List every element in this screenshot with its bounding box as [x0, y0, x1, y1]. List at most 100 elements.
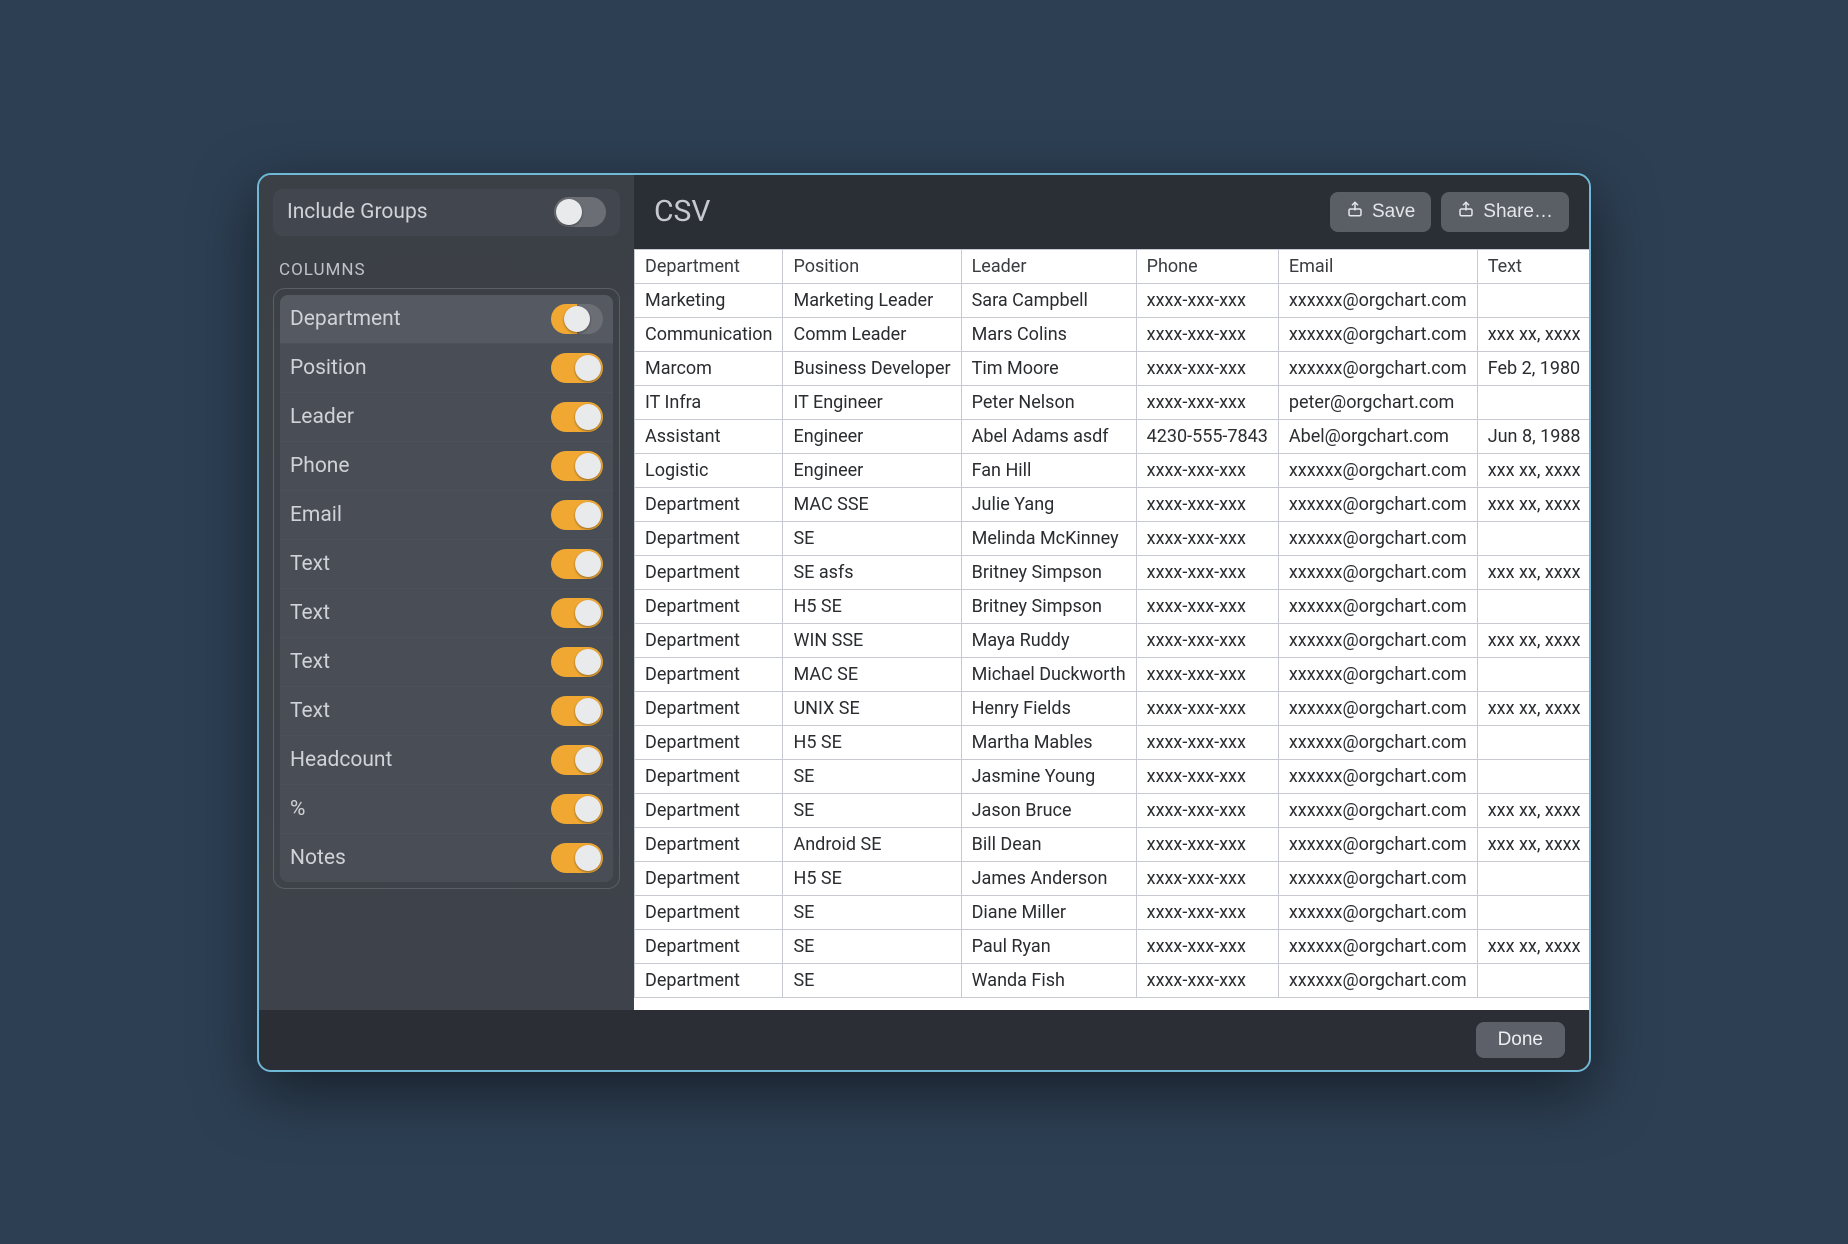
- column-header[interactable]: Department: [635, 249, 783, 283]
- table-cell: xxxxxx@orgchart.com: [1278, 963, 1477, 997]
- table-cell: xxxx-xxx-xxx: [1136, 759, 1278, 793]
- column-row[interactable]: Leader: [280, 393, 613, 442]
- table-row[interactable]: DepartmentMAC SSEJulie Yangxxxx-xxx-xxxx…: [635, 487, 1590, 521]
- table-row[interactable]: DepartmentSEDiane Millerxxxx-xxx-xxxxxxx…: [635, 895, 1590, 929]
- table-cell: Henry Fields: [961, 691, 1136, 725]
- include-groups-toggle[interactable]: [554, 197, 606, 227]
- table-cell: 4230-555-7843: [1136, 419, 1278, 453]
- table-cell: H5 SE: [783, 861, 961, 895]
- column-row[interactable]: Phone: [280, 442, 613, 491]
- table-cell: Communication: [635, 317, 783, 351]
- export-dialog: Include Groups COLUMNS DepartmentPositio…: [257, 173, 1591, 1072]
- table-row[interactable]: DepartmentH5 SEBritney Simpsonxxxx-xxx-x…: [635, 589, 1590, 623]
- column-toggle[interactable]: [551, 598, 603, 628]
- table-cell: xxxx-xxx-xxx: [1136, 895, 1278, 929]
- table-row[interactable]: DepartmentUNIX SEHenry Fieldsxxxx-xxx-xx…: [635, 691, 1590, 725]
- column-toggle[interactable]: [551, 647, 603, 677]
- column-toggle[interactable]: [551, 549, 603, 579]
- table-row[interactable]: MarcomBusiness DeveloperTim Moorexxxx-xx…: [635, 351, 1590, 385]
- toggle-knob: [575, 796, 601, 822]
- table-row[interactable]: AssistantEngineerAbel Adams asdf4230-555…: [635, 419, 1590, 453]
- column-row[interactable]: Text: [280, 687, 613, 736]
- column-toggle[interactable]: [551, 500, 603, 530]
- toggle-knob: [575, 502, 601, 528]
- table-row[interactable]: DepartmentH5 SEMartha Mablesxxxx-xxx-xxx…: [635, 725, 1590, 759]
- table-cell: Department: [635, 487, 783, 521]
- column-row[interactable]: Department: [280, 295, 613, 344]
- table-scroll[interactable]: DepartmentPositionLeaderPhoneEmailTextTe…: [634, 249, 1589, 1010]
- table-row[interactable]: DepartmentSE asfsBritney Simpsonxxxx-xxx…: [635, 555, 1590, 589]
- column-row[interactable]: Email: [280, 491, 613, 540]
- column-toggle[interactable]: [551, 451, 603, 481]
- column-toggle[interactable]: [551, 843, 603, 873]
- column-row[interactable]: Position: [280, 344, 613, 393]
- column-header[interactable]: Email: [1278, 249, 1477, 283]
- table-cell: xxxx-xxx-xxx: [1136, 589, 1278, 623]
- done-button[interactable]: Done: [1476, 1022, 1565, 1058]
- column-row[interactable]: Headcount: [280, 736, 613, 785]
- table-row[interactable]: DepartmentH5 SEJames Andersonxxxx-xxx-xx…: [635, 861, 1590, 895]
- table-row[interactable]: DepartmentSEPaul Ryanxxxx-xxx-xxxxxxxxx@…: [635, 929, 1590, 963]
- table-cell: Logistic: [635, 453, 783, 487]
- table-cell: xxxxxx@orgchart.com: [1278, 827, 1477, 861]
- column-toggle[interactable]: [551, 402, 603, 432]
- table-row[interactable]: DepartmentSEMelinda McKinneyxxxx-xxx-xxx…: [635, 521, 1590, 555]
- table-cell: Marketing Leader: [783, 283, 961, 317]
- table-cell: Department: [635, 657, 783, 691]
- column-row[interactable]: %: [280, 785, 613, 834]
- column-label: %: [290, 797, 305, 821]
- table-cell: MAC SSE: [783, 487, 961, 521]
- footer: Done: [259, 1010, 1589, 1070]
- table-cell: MAC SE: [783, 657, 961, 691]
- table-cell: xxxxxx@orgchart.com: [1278, 521, 1477, 555]
- table-cell: SE: [783, 521, 961, 555]
- table-row[interactable]: DepartmentWIN SSEMaya Ruddyxxxx-xxx-xxxx…: [635, 623, 1590, 657]
- column-header[interactable]: Phone: [1136, 249, 1278, 283]
- table-cell: Diane Miller: [961, 895, 1136, 929]
- column-header[interactable]: Text: [1477, 249, 1589, 283]
- table-cell: James Anderson: [961, 861, 1136, 895]
- share-button[interactable]: Share…: [1441, 192, 1569, 232]
- table-cell: Department: [635, 691, 783, 725]
- table-row[interactable]: DepartmentSEJason Brucexxxx-xxx-xxxxxxxx…: [635, 793, 1590, 827]
- table-row[interactable]: LogisticEngineerFan Hillxxxx-xxx-xxxxxxx…: [635, 453, 1590, 487]
- table-row[interactable]: DepartmentSEWanda Fishxxxx-xxx-xxxxxxxxx…: [635, 963, 1590, 997]
- table-cell: Business Developer: [783, 351, 961, 385]
- table-row[interactable]: DepartmentSEJasmine Youngxxxx-xxx-xxxxxx…: [635, 759, 1590, 793]
- column-header[interactable]: Leader: [961, 249, 1136, 283]
- table-row[interactable]: DepartmentAndroid SEBill Deanxxxx-xxx-xx…: [635, 827, 1590, 861]
- column-row[interactable]: Notes: [280, 834, 613, 882]
- table-cell: xxxxxx@orgchart.com: [1278, 283, 1477, 317]
- column-toggle[interactable]: [551, 696, 603, 726]
- column-toggle[interactable]: [551, 745, 603, 775]
- table-row[interactable]: IT InfraIT EngineerPeter Nelsonxxxx-xxx-…: [635, 385, 1590, 419]
- table-cell: Department: [635, 793, 783, 827]
- table-cell: xxxxxx@orgchart.com: [1278, 725, 1477, 759]
- column-row[interactable]: Text: [280, 638, 613, 687]
- table-row[interactable]: MarketingMarketing LeaderSara Campbellxx…: [635, 283, 1590, 317]
- column-toggle[interactable]: [551, 794, 603, 824]
- table-row[interactable]: CommunicationComm LeaderMars Colinsxxxx-…: [635, 317, 1590, 351]
- column-toggle[interactable]: [551, 304, 603, 334]
- table-cell: Department: [635, 725, 783, 759]
- table-cell: [1477, 759, 1589, 793]
- share-icon: [1346, 199, 1364, 225]
- column-toggle[interactable]: [551, 353, 603, 383]
- table-cell: [1477, 657, 1589, 691]
- table-cell: Department: [635, 589, 783, 623]
- column-row[interactable]: Text: [280, 540, 613, 589]
- table-cell: xxxxxx@orgchart.com: [1278, 317, 1477, 351]
- column-header[interactable]: Position: [783, 249, 961, 283]
- table-cell: xxxx-xxx-xxx: [1136, 351, 1278, 385]
- data-table: DepartmentPositionLeaderPhoneEmailTextTe…: [634, 249, 1589, 998]
- table-cell: xxxx-xxx-xxx: [1136, 691, 1278, 725]
- table-cell: [1477, 861, 1589, 895]
- table-cell: xxx xx, xxxx: [1477, 453, 1589, 487]
- column-label: Text: [290, 650, 330, 674]
- table-cell: xxxxxx@orgchart.com: [1278, 351, 1477, 385]
- save-button[interactable]: Save: [1330, 192, 1431, 232]
- column-label: Text: [290, 699, 330, 723]
- body: Include Groups COLUMNS DepartmentPositio…: [259, 175, 1589, 1010]
- column-row[interactable]: Text: [280, 589, 613, 638]
- table-row[interactable]: DepartmentMAC SEMichael Duckworthxxxx-xx…: [635, 657, 1590, 691]
